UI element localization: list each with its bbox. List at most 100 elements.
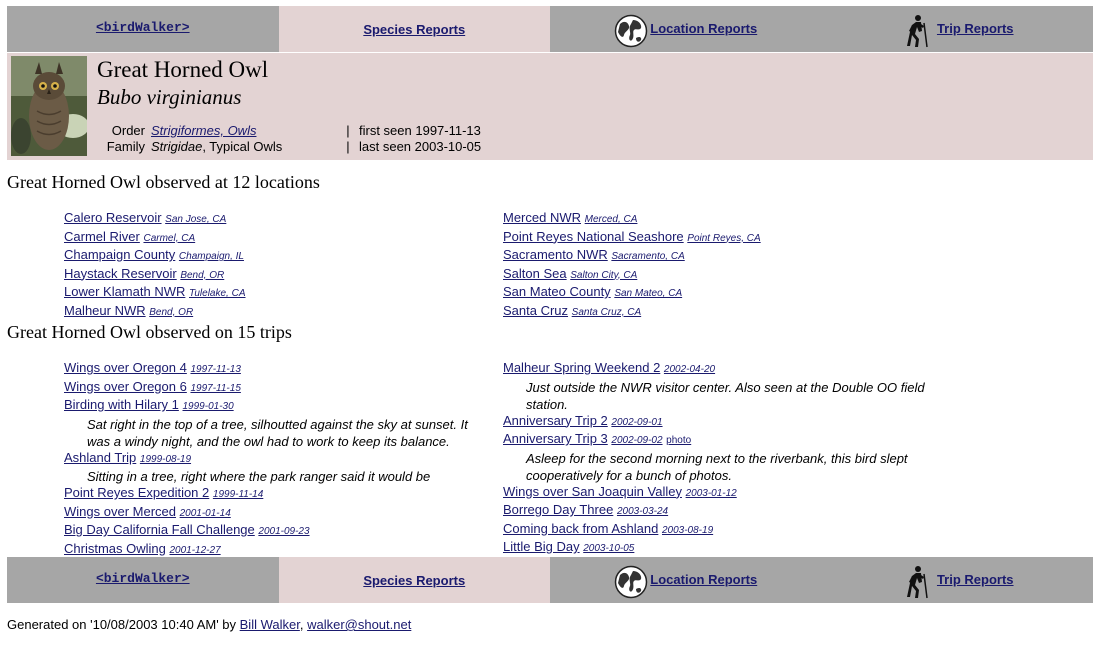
nav-home-link[interactable]: <birdWalker> <box>96 20 190 35</box>
trip-link[interactable]: Wings over Oregon 6 <box>64 379 187 394</box>
location-place[interactable]: Merced, CA <box>585 214 638 225</box>
location-place[interactable]: San Jose, CA <box>165 214 226 225</box>
nav-locations-link[interactable]: Location Reports <box>650 572 757 587</box>
nav-locations-link[interactable]: Location Reports <box>650 21 757 36</box>
location-item: Point Reyes National Seashore Point Reye… <box>503 229 761 248</box>
trip-item: Point Reyes Expedition 2 1999-11-14 <box>64 485 487 504</box>
nav-home-link[interactable]: <birdWalker> <box>96 571 190 586</box>
trip-link[interactable]: Little Big Day <box>503 539 580 554</box>
trip-date[interactable]: 2003-08-19 <box>662 525 713 536</box>
location-link[interactable]: Champaign County <box>64 247 175 262</box>
location-link[interactable]: Sacramento NWR <box>503 247 608 262</box>
order-link[interactable]: Strigiformes, Owls <box>151 123 256 138</box>
trip-item: Wings over Merced 2001-01-14 <box>64 504 487 523</box>
location-link[interactable]: Calero Reservoir <box>64 210 162 225</box>
trip-date[interactable]: 2001-09-23 <box>258 526 309 537</box>
trips-left-column: Wings over Oregon 4 1997-11-13 Wings over… <box>64 360 487 559</box>
trip-link[interactable]: Anniversary Trip 3 <box>503 431 608 446</box>
trip-date[interactable]: 1997-11-13 <box>190 364 240 375</box>
nav-home-cell: <birdWalker> <box>7 557 279 603</box>
author-link[interactable]: Bill Walker <box>240 617 300 632</box>
trip-link[interactable]: Ashland Trip <box>64 450 136 465</box>
photo-link[interactable]: photo <box>666 435 691 446</box>
location-place[interactable]: Carmel, CA <box>143 233 195 244</box>
trip-date[interactable]: 1999-08-19 <box>140 454 191 465</box>
location-item: Sacramento NWR Sacramento, CA <box>503 247 761 266</box>
bottom-nav: <birdWalker> Species Reports Location Re… <box>7 557 1093 603</box>
location-item: Merced NWR Merced, CA <box>503 210 761 229</box>
location-link[interactable]: Merced NWR <box>503 210 581 225</box>
trip-date[interactable]: 1997-11-15 <box>190 383 240 394</box>
last-seen: last seen 2003-10-05 <box>359 139 482 154</box>
trip-item: Birding with Hilary 1 1999-01-30 <box>64 397 487 416</box>
trip-link[interactable]: Borrego Day Three <box>503 502 613 517</box>
trip-link[interactable]: Coming back from Ashland <box>503 521 658 536</box>
family-common: , Typical Owls <box>202 139 283 154</box>
location-place[interactable]: Tulelake, CA <box>189 288 246 299</box>
trip-item: Anniversary Trip 3 2002-09-02 photo <box>503 431 926 450</box>
separator: | <box>346 123 350 138</box>
nav-species-cell: Species Reports <box>278 557 550 603</box>
email-link[interactable]: walker@shout.net <box>307 617 411 632</box>
location-place[interactable]: Sacramento, CA <box>611 251 684 262</box>
location-link[interactable]: Haystack Reservoir <box>64 266 177 281</box>
trip-link[interactable]: Point Reyes Expedition 2 <box>64 485 209 500</box>
location-link[interactable]: Lower Klamath NWR <box>64 284 185 299</box>
trip-link[interactable]: Wings over Merced <box>64 504 176 519</box>
trip-link[interactable]: Wings over Oregon 4 <box>64 360 187 375</box>
order-row: Order Strigiformes, Owls | first seen 1997-… <box>97 123 481 139</box>
location-place[interactable]: San Mateo, CA <box>614 288 682 299</box>
trip-date[interactable]: 2003-10-05 <box>583 543 634 554</box>
trip-link[interactable]: Big Day California Fall Challenge <box>64 522 255 537</box>
location-link[interactable]: Salton Sea <box>503 266 567 281</box>
owl-thumbnail <box>11 56 87 156</box>
globe-icon[interactable] <box>614 14 648 48</box>
location-link[interactable]: Carmel River <box>64 229 140 244</box>
location-place[interactable]: Santa Cruz, CA <box>572 307 641 318</box>
trip-link[interactable]: Anniversary Trip 2 <box>503 413 608 428</box>
trip-item: Malheur Spring Weekend 2 2002-04-20 <box>503 360 926 379</box>
trip-date[interactable]: 2002-04-20 <box>664 364 715 375</box>
location-link[interactable]: Malheur NWR <box>64 303 146 318</box>
trip-date[interactable]: 2003-03-24 <box>617 506 668 517</box>
trips-right-column: Malheur Spring Weekend 2 2002-04-20 Just … <box>503 360 926 558</box>
trip-date[interactable]: 2002-09-02 <box>611 435 662 446</box>
trip-date[interactable]: 2003-01-12 <box>686 488 737 499</box>
trip-item: Coming back from Ashland 2003-08-19 <box>503 521 926 540</box>
location-place[interactable]: Salton City, CA <box>570 270 637 281</box>
nav-species-link[interactable]: Species Reports <box>363 22 465 37</box>
trip-link[interactable]: Birding with Hilary 1 <box>64 397 179 412</box>
trip-item: Borrego Day Three 2003-03-24 <box>503 502 926 521</box>
trip-date[interactable]: 2002-09-01 <box>611 417 662 428</box>
nav-species-link[interactable]: Species Reports <box>363 573 465 588</box>
taxonomy-block: Order Strigiformes, Owls | first seen 1997-… <box>97 123 481 155</box>
hiker-icon[interactable] <box>901 565 935 599</box>
trip-link[interactable]: Malheur Spring Weekend 2 <box>503 360 660 375</box>
location-link[interactable]: San Mateo County <box>503 284 611 299</box>
nav-locations-cell: Location Reports <box>550 557 822 603</box>
nav-trips-link[interactable]: Trip Reports <box>937 572 1014 587</box>
trip-link[interactable]: Wings over San Joaquin Valley <box>503 484 682 499</box>
trip-date[interactable]: 1999-01-30 <box>183 401 234 412</box>
trip-date[interactable]: 2001-01-14 <box>180 508 231 519</box>
latin-name: Bubo virginianus <box>97 85 242 109</box>
location-link[interactable]: Santa Cruz <box>503 303 568 318</box>
hiker-icon[interactable] <box>901 14 935 48</box>
family-latin: Strigidae <box>151 139 203 154</box>
trip-item: Wings over San Joaquin Valley 2003-01-12 <box>503 484 926 503</box>
trip-date[interactable]: 1999-11-14 <box>213 489 263 500</box>
location-link[interactable]: Point Reyes National Seashore <box>503 229 684 244</box>
location-place[interactable]: Bend, OR <box>149 307 193 318</box>
trip-item: Anniversary Trip 2 2002-09-01 <box>503 413 926 432</box>
trip-date[interactable]: 2001-12-27 <box>169 545 220 556</box>
location-place[interactable]: Bend, OR <box>180 270 224 281</box>
location-place[interactable]: Point Reyes, CA <box>687 233 760 244</box>
locations-heading: Great Horned Owl observed at 12 location… <box>7 172 320 192</box>
nav-trips-link[interactable]: Trip Reports <box>937 21 1014 36</box>
globe-icon[interactable] <box>614 565 648 599</box>
separator: | <box>346 139 350 154</box>
location-item: Carmel River Carmel, CA <box>64 229 246 248</box>
location-place[interactable]: Champaign, IL <box>179 251 244 262</box>
trip-link[interactable]: Christmas Owling <box>64 541 166 556</box>
nav-locations-cell: Location Reports <box>550 6 822 52</box>
